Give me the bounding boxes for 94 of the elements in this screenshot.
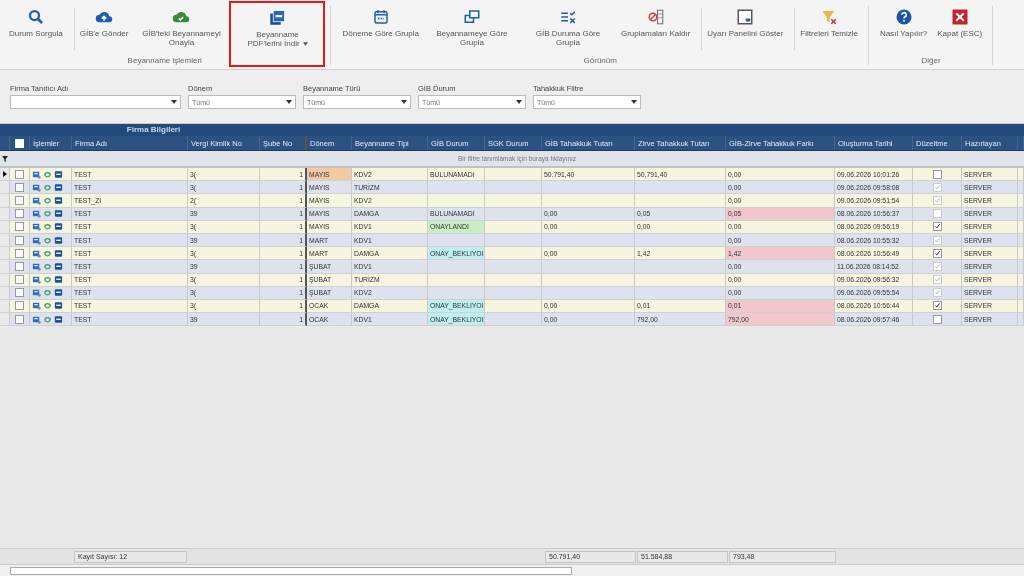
panel-icon [736, 8, 755, 26]
row-checkbox[interactable] [932, 169, 942, 179]
monitor-icon[interactable] [54, 275, 63, 285]
select-all-checkbox[interactable] [15, 138, 24, 148]
no-sign-list-icon [646, 8, 665, 26]
row-indicator-cell[interactable] [0, 273, 10, 287]
monitor-icon[interactable] [54, 169, 63, 179]
monitor-icon[interactable] [54, 248, 63, 258]
ribbon-button[interactable]: GİB Duruma Göre Grupla [519, 4, 616, 52]
horizontal-scrollbar[interactable] [0, 564, 1024, 576]
status-cell [428, 260, 485, 274]
ribbon-button[interactable]: Filtreleri Temizle [792, 4, 863, 52]
list-x-icon [558, 8, 577, 26]
row-checkbox[interactable] [15, 248, 24, 258]
ribbon-group-label: Diğer [921, 56, 941, 65]
row-checkbox[interactable] [15, 288, 24, 298]
caret-icon [171, 100, 177, 104]
row-checkbox[interactable] [932, 222, 942, 232]
status-cell [428, 194, 485, 208]
windows-icon [462, 8, 481, 26]
document-icon[interactable] [32, 275, 41, 285]
row-checkbox[interactable] [15, 235, 24, 245]
row-indicator-cell[interactable] [0, 207, 10, 221]
status-cell [428, 286, 485, 300]
search-icon [26, 8, 45, 26]
row-indicator-cell[interactable] [0, 313, 10, 327]
row-checkbox[interactable] [15, 195, 24, 205]
calendar-icon [371, 8, 390, 26]
scrollbar-thumb[interactable] [10, 567, 572, 575]
band-title: Firma Bilgileri [125, 124, 182, 136]
row-indicator-cell[interactable] [0, 220, 10, 234]
ribbon-button[interactable]: Beyannameye Göre Grupla [423, 4, 520, 52]
document-icon[interactable] [32, 222, 41, 232]
document-icon[interactable] [32, 195, 41, 205]
filter-clear-icon [820, 8, 839, 26]
row-indicator-cell[interactable] [0, 181, 10, 195]
ribbon-button[interactable]: GİB'e Gönder [71, 4, 134, 52]
monitor-icon[interactable] [54, 261, 63, 271]
monitor-icon[interactable] [54, 288, 63, 298]
row-indicator-cell[interactable] [0, 286, 10, 300]
ribbon-button[interactable]: GİB'teki Beyannameyi Onayla [133, 4, 230, 52]
monitor-icon[interactable] [54, 222, 63, 232]
document-icon[interactable] [32, 182, 41, 192]
ribbon-button[interactable]: Gruplamaları Kaldır [615, 4, 696, 52]
filter-icon[interactable] [1, 154, 9, 163]
ribbon-button[interactable]: Nasıl Yapılır? [875, 4, 933, 52]
status-cell [428, 273, 485, 287]
caret-icon [302, 42, 308, 47]
row-checkbox[interactable] [15, 222, 24, 232]
row-indicator-cell[interactable] [0, 194, 10, 208]
caret-icon [631, 100, 637, 104]
row-checkbox[interactable] [932, 314, 942, 324]
document-icon[interactable] [32, 261, 41, 271]
row-indicator-cell[interactable] [0, 299, 10, 314]
row-checkbox[interactable] [15, 182, 24, 192]
document-icon[interactable] [32, 235, 41, 245]
row-indicator-cell[interactable] [0, 247, 10, 261]
caret-icon [401, 100, 407, 104]
ribbon-button[interactable]: Durum Sorgula [4, 4, 68, 52]
caret-icon [516, 100, 522, 104]
monitor-icon[interactable] [54, 209, 63, 219]
document-icon[interactable] [32, 314, 41, 324]
row-checkbox[interactable] [15, 314, 24, 324]
document-icon[interactable] [32, 301, 41, 311]
ribbon-group-label: Görünüm [583, 56, 617, 65]
row-indicator-cell[interactable] [0, 233, 10, 248]
monitor-icon[interactable] [54, 182, 63, 192]
caret-icon [286, 100, 292, 104]
row-checkbox[interactable] [15, 275, 24, 285]
filter-dropdown[interactable] [10, 95, 181, 109]
row-checkbox[interactable] [15, 261, 24, 271]
document-icon[interactable] [32, 169, 41, 179]
document-icon[interactable] [32, 248, 41, 258]
row-indicator-cell[interactable] [0, 260, 10, 274]
row-checkbox[interactable] [932, 301, 942, 311]
document-icon[interactable] [32, 288, 41, 298]
close-icon [950, 8, 969, 26]
row-checkbox[interactable] [15, 169, 24, 179]
ribbon-button[interactable]: Uyarı Panelini Göster [699, 4, 789, 52]
row-checkbox[interactable] [15, 301, 24, 311]
ribbon-button[interactable]: Döneme Göre Grupla [337, 4, 424, 52]
row-checkbox[interactable] [15, 209, 24, 219]
ribbon-button[interactable]: Beyanname PDF'lerini İndir [229, 1, 326, 67]
document-icon[interactable] [32, 209, 41, 219]
monitor-icon[interactable] [54, 235, 63, 245]
monitor-icon[interactable] [54, 301, 63, 311]
monitor-icon[interactable] [54, 195, 63, 205]
help-icon [894, 8, 913, 26]
row-indicator-cell[interactable] [0, 168, 10, 182]
ribbon-button[interactable]: Kapat (ESC) [932, 4, 988, 52]
pdf-icon [268, 9, 287, 27]
row-checkbox[interactable] [932, 248, 942, 258]
ribbon-group-label: Beyanname işlemleri [127, 56, 202, 65]
monitor-icon[interactable] [54, 314, 63, 324]
